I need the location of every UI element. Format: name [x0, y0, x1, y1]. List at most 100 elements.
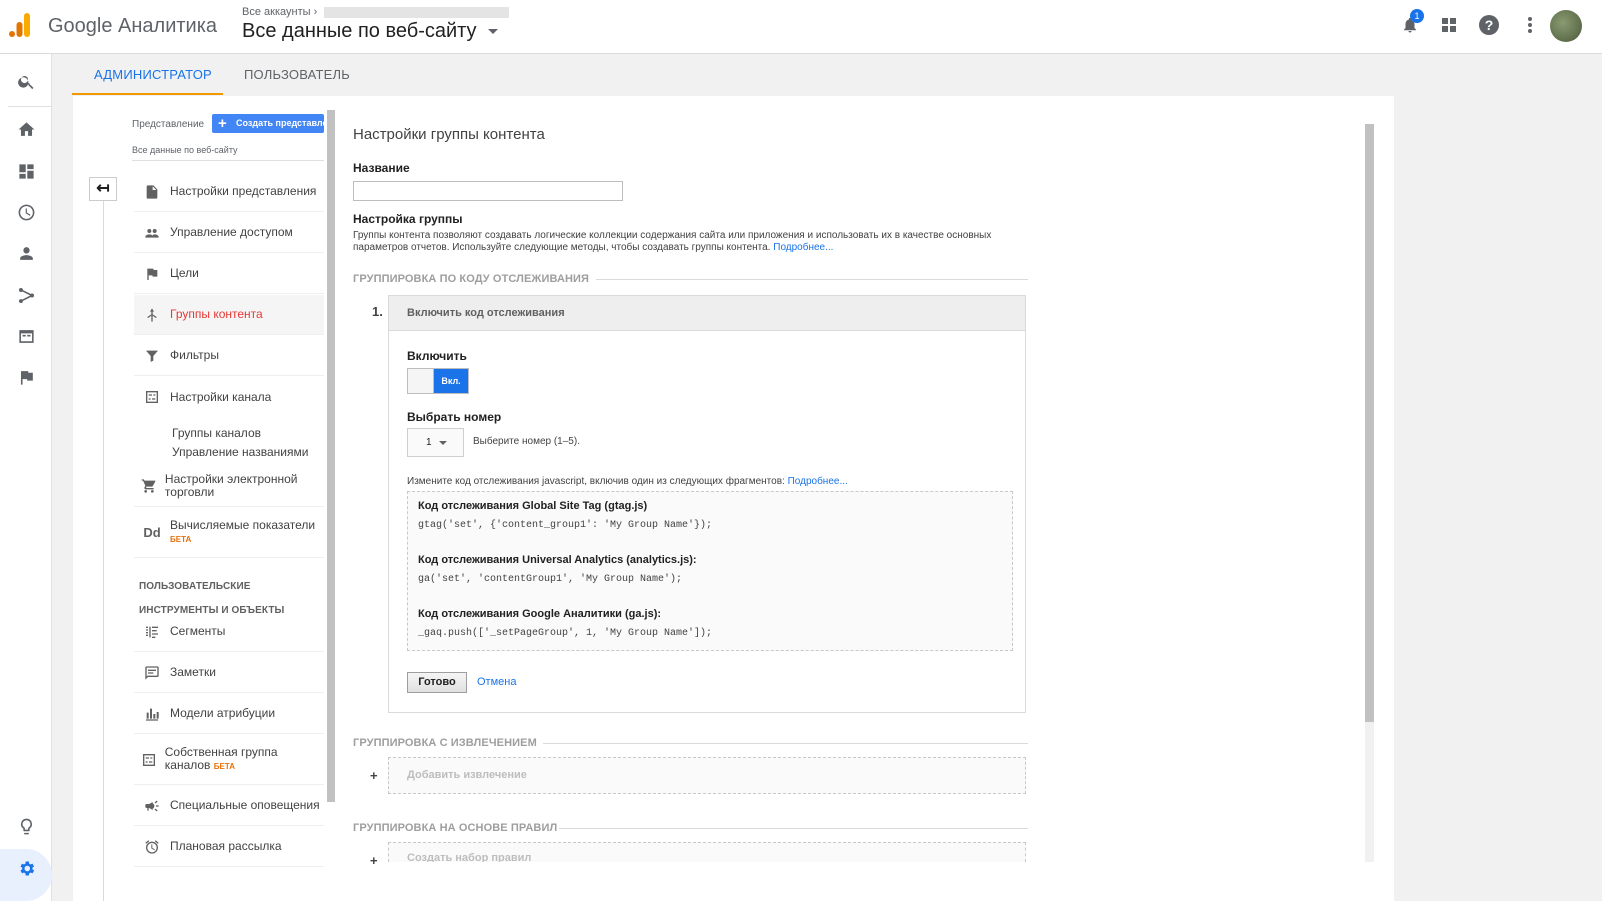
nav-annotations[interactable]: Заметки: [134, 653, 324, 693]
nav-attribution-models[interactable]: Модели атрибуции: [134, 694, 324, 734]
done-button[interactable]: Готово: [407, 672, 467, 693]
nav-label: Управление доступом: [170, 225, 293, 239]
rail-divider: [8, 106, 52, 107]
content-scrollbar-thumb[interactable]: [1365, 124, 1374, 722]
create-view-label: Создать представление: [236, 118, 324, 128]
code-snippets-box: Код отслеживания Global Site Tag (gtag.j…: [407, 491, 1013, 651]
help-icon: ?: [1479, 15, 1499, 35]
view-column-scrollbar[interactable]: [327, 110, 335, 802]
nav-view-settings[interactable]: Настройки представления: [134, 172, 324, 212]
index-select[interactable]: 1: [407, 428, 464, 457]
step-number: 1.: [372, 304, 383, 319]
name-input[interactable]: [353, 181, 623, 201]
code-note: Измените код отслеживания javascript, вк…: [407, 476, 848, 487]
tab-admin[interactable]: АДМИНИСТРАТОР: [94, 67, 212, 82]
nav-name-management[interactable]: Управление названиями: [172, 445, 308, 459]
nav-calculated-metrics[interactable]: Dd Вычисляемые показатели БЕТА: [134, 508, 324, 558]
cart-icon: [142, 478, 156, 493]
apps-button[interactable]: [1436, 12, 1462, 38]
group-setup-description: Группы контента позволяют создавать логи…: [353, 230, 1013, 254]
create-view-button[interactable]: + Создать представление: [212, 114, 324, 133]
apps-grid-icon: [1442, 18, 1456, 32]
user-avatar[interactable]: [1550, 10, 1582, 42]
search-icon: [17, 75, 33, 89]
dropdown-arrow-icon: [439, 441, 447, 445]
customization-button[interactable]: [11, 156, 41, 186]
description-text: Группы контента позволяют создавать логи…: [353, 230, 992, 253]
vertical-dots-icon: [1528, 17, 1532, 33]
snippet-title: Код отслеживания Google Аналитики (ga.js…: [418, 608, 662, 620]
insights-button[interactable]: [11, 811, 41, 841]
more-options-button[interactable]: [1517, 12, 1543, 38]
view-divider: [132, 160, 324, 161]
document-icon: [146, 184, 158, 199]
nav-content-grouping[interactable]: Группы контента: [134, 295, 324, 335]
conversions-button[interactable]: [11, 362, 41, 392]
account-breadcrumb[interactable]: Все аккаунты ›: [242, 6, 510, 18]
page-title: Настройки группы контента: [353, 126, 545, 143]
content-scrollbar-track[interactable]: [1365, 722, 1374, 862]
nav-channel-settings[interactable]: Настройки канала: [134, 377, 324, 417]
custom-channel-icon: [143, 753, 156, 766]
toggle-on-label: Вкл.: [434, 369, 468, 393]
code-learn-more-link[interactable]: Подробнее...: [788, 476, 848, 487]
realtime-button[interactable]: [11, 197, 41, 227]
audience-button[interactable]: [11, 238, 41, 268]
product-name[interactable]: Google Аналитика: [48, 15, 217, 38]
collapse-back-button[interactable]: ↤: [89, 177, 117, 201]
code-note-text: Измените код отслеживания javascript, вк…: [407, 476, 785, 487]
behavior-button[interactable]: [11, 321, 41, 351]
analytics-logo-icon[interactable]: [8, 12, 32, 38]
nav-label: Цели: [170, 266, 199, 280]
help-button[interactable]: ?: [1476, 12, 1502, 38]
admin-button[interactable]: [11, 853, 41, 883]
snippet-code[interactable]: gtag('set', {'content_group1': 'My Group…: [418, 520, 712, 531]
beta-badge: БЕТА: [213, 762, 236, 771]
notifications-button[interactable]: 1: [1397, 9, 1424, 38]
notes-icon: [145, 665, 159, 680]
nav-goals[interactable]: Цели: [134, 254, 324, 294]
index-hint: Выберите номер (1–5).: [473, 436, 580, 447]
home-icon: [18, 121, 34, 136]
nav-access-management[interactable]: Управление доступом: [134, 213, 324, 253]
add-extraction-button[interactable]: Добавить извлечение: [388, 757, 1026, 794]
attribution-icon: [146, 708, 159, 721]
svg-text:?: ?: [1485, 17, 1494, 33]
nav-custom-channel-grouping[interactable]: Собственная группа каналов БЕТА: [134, 735, 324, 785]
nav-label: Настройки электронной торговли: [164, 471, 298, 499]
nav-label: Сегменты: [170, 624, 226, 638]
tab-user[interactable]: ПОЛЬЗОВАТЕЛЬ: [244, 67, 350, 82]
person-icon: [19, 246, 33, 260]
nav-segments[interactable]: Сегменты: [134, 612, 324, 652]
view-selector[interactable]: Все данные по веб-сайту: [242, 20, 499, 43]
snippet-code[interactable]: _gaq.push(['_setPageGroup', 1, 'My Group…: [418, 628, 712, 639]
section-divider: [559, 828, 1028, 829]
nav-channel-grouping[interactable]: Группы каналов: [172, 426, 261, 440]
plus-icon[interactable]: +: [370, 853, 378, 868]
nav-label: Плановая рассылка: [170, 839, 282, 853]
clock-icon: [18, 204, 34, 220]
nav-label: Группы контента: [170, 307, 263, 321]
enable-toggle[interactable]: Вкл.: [407, 368, 469, 394]
admin-panel: Представление + Создать представление Вс…: [73, 96, 1394, 901]
dd-icon: Dd: [143, 525, 161, 540]
dashboard-icon: [18, 163, 34, 179]
toggle-knob: [408, 369, 434, 393]
nav-scheduled-emails[interactable]: Плановая рассылка: [134, 827, 324, 867]
current-view-name[interactable]: Все данные по веб-сайту: [132, 145, 238, 155]
tracking-code-section-title: ГРУППИРОВКА ПО КОДУ ОТСЛЕЖИВАНИЯ: [353, 273, 590, 285]
all-accounts-link[interactable]: Все аккаунты: [242, 6, 311, 18]
snippet-code[interactable]: ga('set', 'contentGroup1', 'My Group Nam…: [418, 574, 682, 585]
plus-icon[interactable]: +: [370, 768, 378, 783]
cancel-link[interactable]: Отмена: [477, 676, 516, 688]
people-icon: [145, 228, 159, 238]
search-button[interactable]: [11, 66, 41, 96]
learn-more-link[interactable]: Подробнее...: [773, 242, 833, 253]
home-button[interactable]: [11, 114, 41, 144]
nav-filters[interactable]: Фильтры: [134, 336, 324, 376]
nav-ecommerce-settings[interactable]: Настройки электронной торговли: [134, 465, 324, 507]
acquisition-button[interactable]: [11, 280, 41, 310]
top-bar: Google Аналитика Все аккаунты › Все данн…: [0, 0, 1602, 54]
nav-custom-alerts[interactable]: Специальные оповещения: [134, 786, 324, 826]
create-ruleset-button[interactable]: Создать набор правил: [388, 842, 1026, 862]
